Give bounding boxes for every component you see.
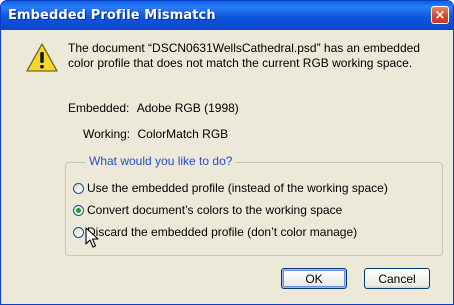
working-profile-row: Working: ColorMatch RGB <box>83 127 228 141</box>
dialog-content: The document “DSCN0631WellsCathedral.psd… <box>1 30 453 304</box>
option-use-embedded-label: Use the embedded profile (instead of the… <box>87 181 388 195</box>
mismatch-message: The document “DSCN0631WellsCathedral.psd… <box>68 41 420 70</box>
radio-use-embedded[interactable] <box>73 182 84 194</box>
dialog-window: Embedded Profile Mismatch × The document… <box>0 0 454 305</box>
working-label: Working: <box>83 127 131 141</box>
cancel-button[interactable]: Cancel <box>364 268 430 289</box>
radio-discard[interactable] <box>73 226 84 238</box>
window-title: Embedded Profile Mismatch <box>8 8 216 23</box>
option-discard-label: Discard the embedded profile (don’t colo… <box>87 225 358 239</box>
option-convert[interactable]: Convert document’s colors to the working… <box>73 203 342 217</box>
embedded-value: Adobe RGB (1998) <box>136 101 239 115</box>
radio-convert[interactable] <box>73 204 84 216</box>
warning-icon <box>26 43 58 72</box>
option-discard[interactable]: Discard the embedded profile (don’t colo… <box>73 225 357 239</box>
mouse-cursor-icon <box>85 227 99 248</box>
embedded-profile-row: Embedded: Adobe RGB (1998) <box>68 101 239 115</box>
embedded-label: Embedded: <box>68 101 130 115</box>
close-icon[interactable]: × <box>431 6 449 24</box>
ok-button[interactable]: OK <box>281 268 347 289</box>
working-value: ColorMatch RGB <box>137 127 229 141</box>
option-convert-label: Convert document’s colors to the working… <box>87 203 343 217</box>
option-use-embedded[interactable]: Use the embedded profile (instead of the… <box>73 181 388 195</box>
title-bar[interactable]: Embedded Profile Mismatch × <box>1 1 453 30</box>
options-group-label: What would you like to do? <box>86 154 236 168</box>
